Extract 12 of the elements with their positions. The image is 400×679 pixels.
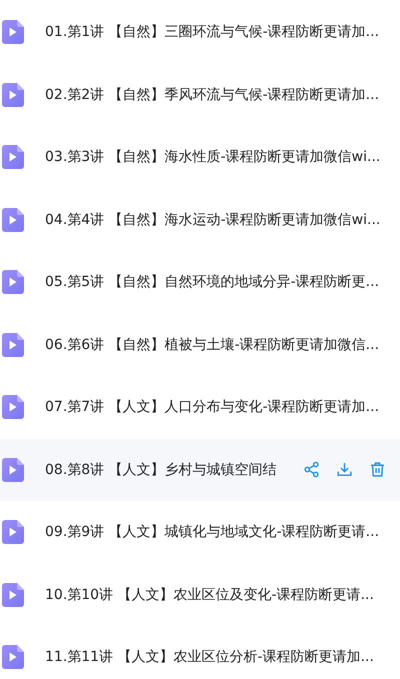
file-name: 09.第9讲 【人文】城镇化与地域文化-课程防断更请... <box>45 523 380 542</box>
file-name: 11.第11讲 【人文】农业区位分析-课程防断更请加... <box>45 648 374 666</box>
file-name: 04.第4讲 【自然】海水运动-课程防断更请加微信wi... <box>45 210 380 229</box>
file-row[interactable]: 08.第8讲 【人文】乡村与城镇空间结 <box>0 438 400 501</box>
file-name: 10.第10讲 【人文】农业区位及变化-课程防断更请... <box>45 586 374 604</box>
file-name: 05.第5讲 【自然】自然环境的地域分异-课程防断更... <box>45 273 380 292</box>
file-name: 01.第1讲 【自然】三圈环流与气候-课程防断更请加... <box>45 23 380 42</box>
file-name: 06.第6讲 【自然】植被与土壤-课程防断更请加微信... <box>45 336 380 354</box>
file-name: 08.第8讲 【人文】乡村与城镇空间结 <box>45 460 277 479</box>
file-name: 07.第7讲 【人文】人口分布与变化-课程防断更请加... <box>45 398 380 416</box>
file-name: 02.第2讲 【自然】季风环流与气候-课程防断更请加... <box>45 86 380 104</box>
file-name: 03.第3讲 【自然】海水性质-课程防断更请加微信wi... <box>45 148 380 166</box>
